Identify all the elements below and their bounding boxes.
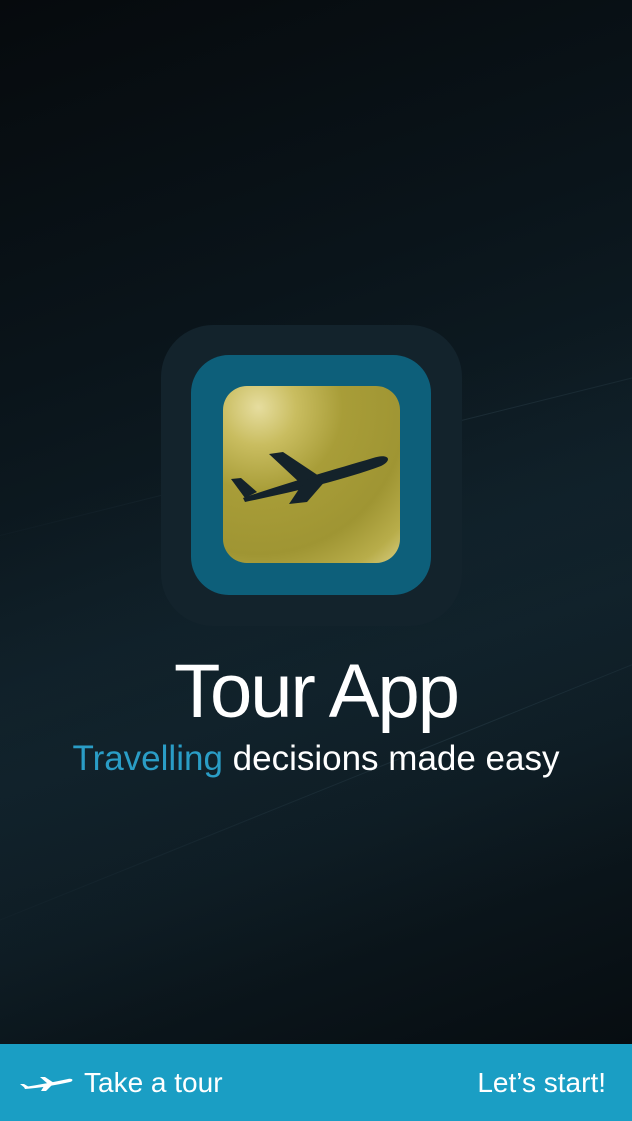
app-title: Tour App (174, 649, 460, 734)
tagline-accent: Travelling (72, 739, 223, 778)
airplane-icon (20, 1076, 73, 1091)
app-logo (223, 386, 400, 563)
lets-start-button[interactable]: Let’s start! (477, 1044, 606, 1121)
airplane-icon (231, 452, 388, 504)
tagline-rest: decisions made easy (222, 739, 560, 778)
take-a-tour-label: Take a tour (84, 1066, 223, 1098)
take-a-tour-button[interactable]: Take a tour (20, 1044, 223, 1121)
app-tagline: Travelling decisions made easy (0, 739, 632, 779)
bottom-bar: Take a tour Let’s start! (0, 1044, 632, 1121)
